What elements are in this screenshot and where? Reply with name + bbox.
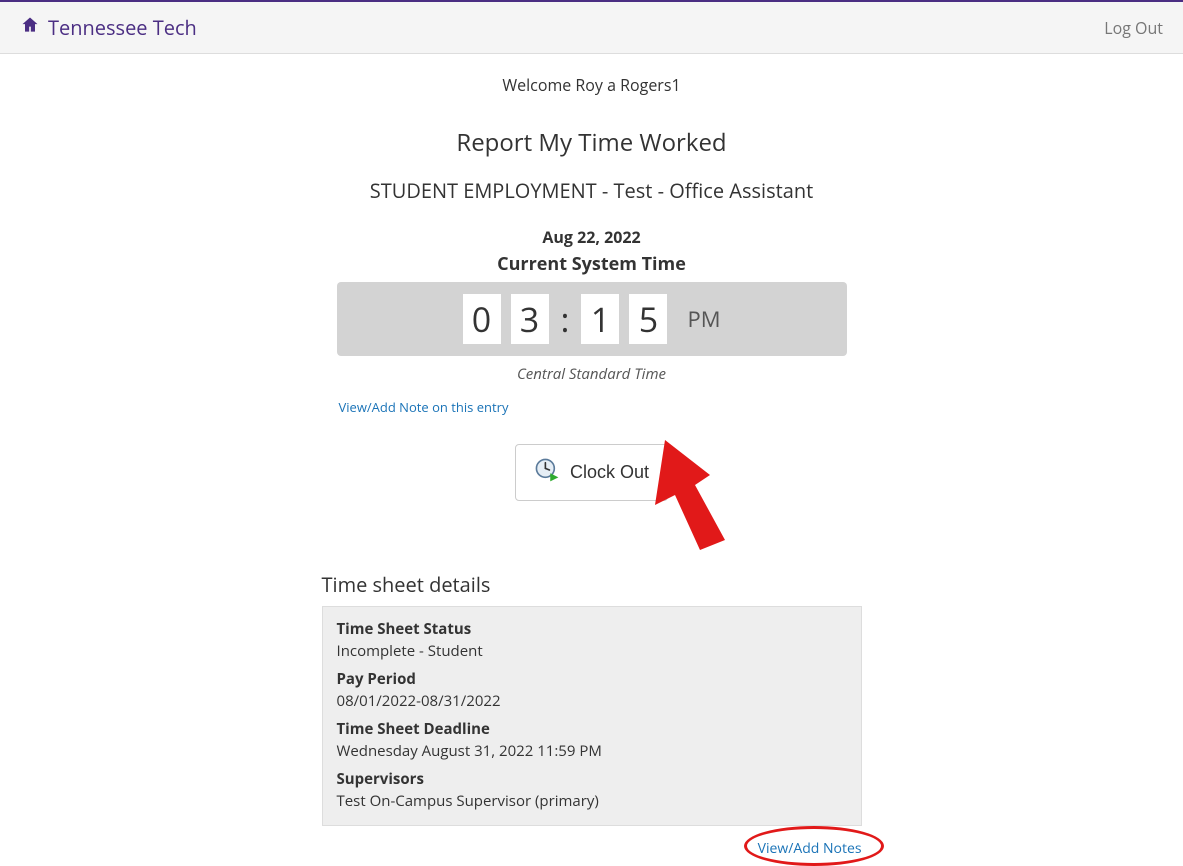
supervisors-label: Supervisors: [337, 769, 847, 789]
view-add-note-link[interactable]: View/Add Note on this entry: [337, 398, 847, 416]
current-date: Aug 22, 2022: [0, 226, 1183, 248]
brand-link[interactable]: Tennessee Tech: [20, 14, 197, 41]
job-title: STUDENT EMPLOYMENT - Test - Office Assis…: [0, 177, 1183, 204]
home-icon: [20, 14, 40, 41]
clock-display: 0 3 : 1 5 PM: [337, 282, 847, 356]
view-add-notes-link[interactable]: View/Add Notes: [758, 839, 862, 858]
clock-ampm: PM: [687, 304, 720, 334]
status-label: Time Sheet Status: [337, 619, 847, 639]
details-box: Time Sheet Status Incomplete - Student P…: [322, 606, 862, 826]
period-value: 08/01/2022-08/31/2022: [337, 691, 847, 711]
welcome-text: Welcome Roy a Rogers1: [0, 74, 1183, 96]
deadline-value: Wednesday August 31, 2022 11:59 PM: [337, 741, 847, 761]
clock-min-1: 1: [581, 294, 619, 344]
clock-out-label: Clock Out: [570, 462, 649, 483]
status-value: Incomplete - Student: [337, 641, 847, 661]
page-title: Report My Time Worked: [0, 126, 1183, 159]
clock-icon: [534, 457, 560, 488]
clock-out-button[interactable]: Clock Out: [515, 444, 668, 501]
deadline-label: Time Sheet Deadline: [337, 719, 847, 739]
top-bar: Tennessee Tech Log Out: [0, 0, 1183, 54]
system-time-label: Current System Time: [0, 252, 1183, 276]
brand-text: Tennessee Tech: [48, 14, 197, 41]
period-label: Pay Period: [337, 669, 847, 689]
details-heading: Time sheet details: [322, 571, 862, 598]
clock-hour-2: 3: [511, 294, 549, 344]
supervisors-value: Test On-Campus Supervisor (primary): [337, 791, 847, 811]
timezone-label: Central Standard Time: [0, 364, 1183, 384]
clock-hour-1: 0: [463, 294, 501, 344]
clock-min-2: 5: [629, 294, 667, 344]
clock-colon: :: [559, 296, 572, 342]
logout-link[interactable]: Log Out: [1104, 17, 1163, 39]
